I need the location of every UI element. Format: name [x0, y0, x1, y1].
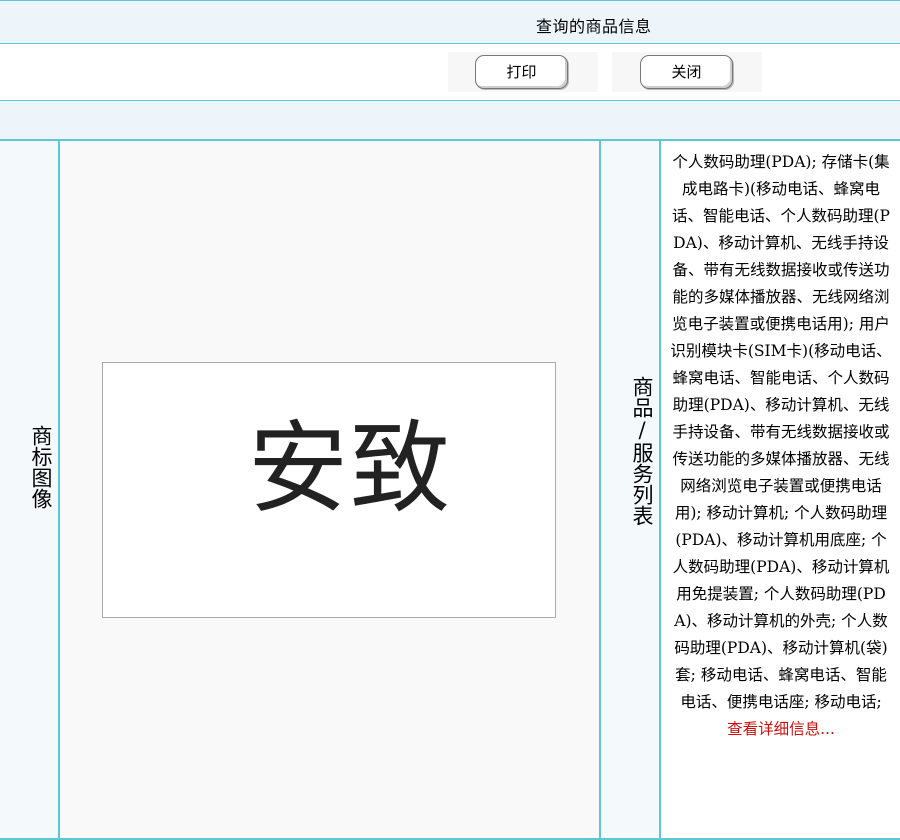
services-label: 商品/服务列表 — [630, 376, 654, 526]
title-bar: 查询的商品信息 — [0, 0, 900, 44]
image-label: 商标图像 — [29, 425, 53, 509]
spacer-bar — [0, 101, 900, 141]
services-cell: 个人数码助理(PDA); 存储卡(集成电路卡)(移动电话、蜂窝电话、智能电话、个… — [661, 141, 900, 838]
services-description: 个人数码助理(PDA); 存储卡(集成电路卡)(移动电话、蜂窝电话、智能电话、个… — [669, 149, 893, 743]
trademark-image: 安致 — [102, 362, 556, 618]
image-cell: 安致 — [60, 141, 601, 838]
page-title: 查询的商品信息 — [536, 17, 652, 36]
close-button[interactable]: 关闭 — [640, 55, 733, 89]
trademark-text: 安致 — [248, 410, 452, 527]
view-details-link[interactable]: 查看详细信息... — [669, 716, 893, 743]
toolbar: 打印 关闭 — [0, 44, 900, 101]
services-text: 个人数码助理(PDA); 存储卡(集成电路卡)(移动电话、蜂窝电话、智能电话、个… — [670, 153, 892, 711]
detail-table: 商标图像 安致 商品/服务列表 个人数码助理(PDA); 存储卡(集成电路卡)(… — [0, 141, 900, 840]
image-label-cell: 商标图像 — [0, 141, 60, 838]
services-label-cell: 商品/服务列表 — [601, 141, 661, 838]
print-button[interactable]: 打印 — [475, 55, 568, 89]
